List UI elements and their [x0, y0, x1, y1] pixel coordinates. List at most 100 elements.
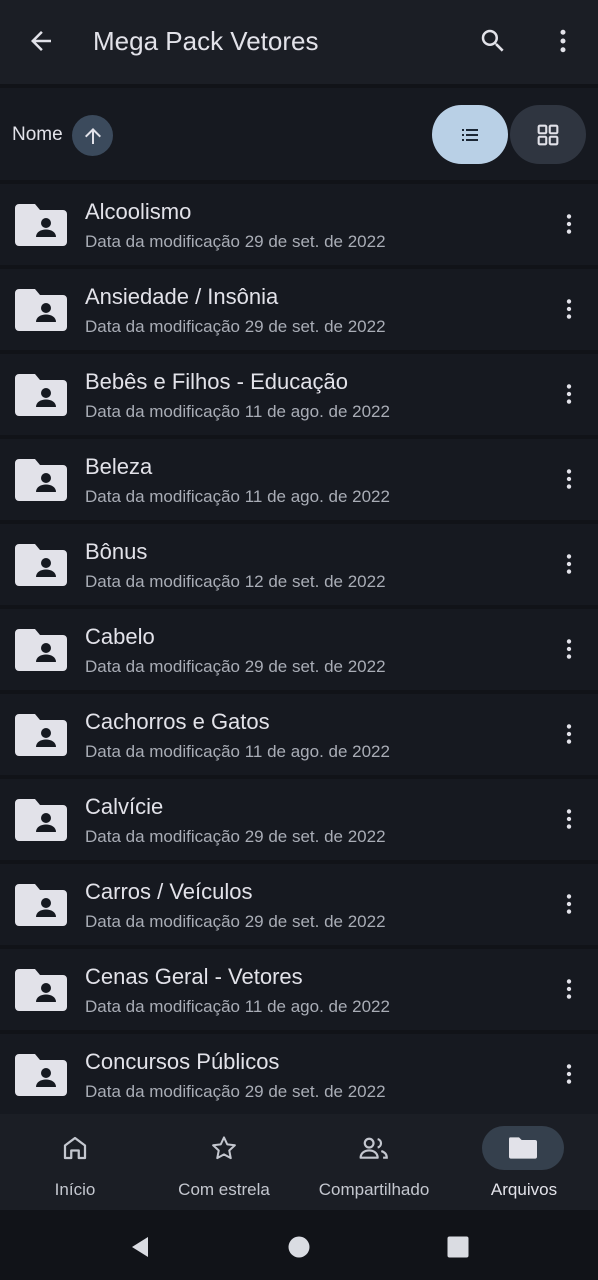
file-modified-date: Data da modificação 12 de set. de 2022 — [85, 572, 386, 591]
list-item[interactable]: Ansiedade / Insônia Data da modificação … — [0, 269, 598, 350]
item-more-button[interactable] — [556, 547, 582, 581]
system-navigation-bar — [0, 1210, 598, 1280]
shared-folder-icon — [15, 459, 67, 501]
nav-files-icon-wrap — [482, 1126, 564, 1170]
shared-folder-icon — [15, 204, 67, 246]
more-vert-icon — [566, 214, 572, 234]
shared-people-icon — [359, 1137, 388, 1159]
shared-folder-icon — [15, 1054, 67, 1096]
bottom-navigation: Início Com estrela Compartilhado Arquivo… — [0, 1114, 598, 1210]
shared-folder-icon — [15, 544, 67, 586]
nav-shared[interactable]: Compartilhado — [300, 1114, 450, 1210]
more-vert-icon — [566, 639, 572, 659]
system-home-button[interactable] — [284, 1232, 314, 1262]
shared-folder-icon — [15, 799, 67, 841]
system-recents-button[interactable] — [443, 1232, 473, 1262]
more-vert-icon — [560, 29, 566, 53]
folder-icon — [509, 1137, 537, 1159]
file-modified-date: Data da modificação 11 de ago. de 2022 — [85, 997, 390, 1016]
item-more-button[interactable] — [556, 802, 582, 836]
shared-folder-icon — [15, 374, 67, 416]
list-item[interactable]: Cachorros e Gatos Data da modificação 11… — [0, 694, 598, 775]
item-more-button[interactable] — [556, 207, 582, 241]
grid-view-icon — [537, 124, 559, 145]
more-vert-icon — [566, 469, 572, 489]
file-name: Cabelo — [85, 624, 155, 649]
arrow-up-icon — [84, 127, 101, 144]
more-vert-icon — [566, 1064, 572, 1084]
file-name: Calvície — [85, 794, 164, 819]
shared-folder-icon — [15, 714, 67, 756]
item-more-button[interactable] — [556, 717, 582, 751]
list-item[interactable]: Alcoolismo Data da modificação 29 de set… — [0, 184, 598, 265]
file-name: Carros / Veículos — [85, 879, 253, 904]
nav-shared-icon-wrap — [333, 1126, 415, 1170]
file-name: Cachorros e Gatos — [85, 709, 270, 734]
file-modified-date: Data da modificação 29 de set. de 2022 — [85, 232, 386, 251]
list-item[interactable]: Cenas Geral - Vetores Data da modificaçã… — [0, 949, 598, 1030]
nav-starred[interactable]: Com estrela — [150, 1114, 300, 1210]
more-vert-icon — [566, 894, 572, 914]
list-item[interactable]: Bônus Data da modificação 12 de set. de … — [0, 524, 598, 605]
square-recents-icon — [447, 1236, 469, 1258]
item-more-button[interactable] — [556, 972, 582, 1006]
circle-home-icon — [288, 1236, 310, 1258]
nav-files-label: Arquivos — [490, 1180, 558, 1199]
item-more-button[interactable] — [556, 1057, 582, 1091]
file-name: Alcoolismo — [85, 199, 192, 224]
shared-folder-icon — [15, 969, 67, 1011]
top-app-bar: Mega Pack Vetores — [0, 0, 598, 84]
item-more-button[interactable] — [556, 887, 582, 921]
file-name: Beleza — [85, 454, 153, 479]
file-name: Bebês e Filhos - Educação — [85, 369, 348, 394]
nav-home[interactable]: Início — [0, 1114, 150, 1210]
arrow-left-icon — [31, 31, 51, 51]
file-modified-date: Data da modificação 11 de ago. de 2022 — [85, 742, 390, 761]
nav-home-label: Início — [54, 1180, 96, 1199]
system-back-button[interactable] — [125, 1232, 155, 1262]
search-icon — [481, 29, 504, 52]
page-title: Mega Pack Vetores — [93, 26, 319, 56]
nav-shared-label: Compartilhado — [318, 1180, 430, 1199]
shared-folder-icon — [15, 629, 67, 671]
nav-files[interactable]: Arquivos — [450, 1114, 598, 1210]
item-more-button[interactable] — [556, 292, 582, 326]
shared-folder-icon — [15, 884, 67, 926]
list-item[interactable]: Calvície Data da modificação 29 de set. … — [0, 779, 598, 860]
list-item[interactable]: Beleza Data da modificação 11 de ago. de… — [0, 439, 598, 520]
star-icon — [212, 1136, 236, 1160]
file-modified-date: Data da modificação 11 de ago. de 2022 — [85, 487, 390, 506]
item-more-button[interactable] — [556, 462, 582, 496]
more-vert-icon — [566, 724, 572, 744]
item-more-button[interactable] — [556, 632, 582, 666]
list-view-icon — [462, 128, 478, 141]
more-vert-icon — [566, 299, 572, 319]
nav-starred-icon-wrap — [183, 1126, 265, 1170]
triangle-back-icon — [132, 1237, 148, 1257]
more-vert-icon — [566, 384, 572, 404]
file-modified-date: Data da modificação 29 de set. de 2022 — [85, 317, 386, 336]
file-name: Ansiedade / Insônia — [85, 284, 279, 309]
more-options-button[interactable] — [548, 24, 578, 58]
home-icon — [63, 1136, 87, 1160]
back-button[interactable] — [24, 24, 58, 58]
file-name: Bônus — [85, 539, 148, 564]
file-modified-date: Data da modificação 29 de set. de 2022 — [85, 1082, 386, 1101]
file-modified-date: Data da modificação 29 de set. de 2022 — [85, 827, 386, 846]
file-modified-date: Data da modificação 29 de set. de 2022 — [85, 912, 386, 931]
shared-folder-icon — [15, 289, 67, 331]
item-more-button[interactable] — [556, 377, 582, 411]
more-vert-icon — [566, 809, 572, 829]
nav-home-icon-wrap — [34, 1126, 116, 1170]
list-item[interactable]: Carros / Veículos Data da modificação 29… — [0, 864, 598, 945]
list-item[interactable]: Concursos Públicos Data da modificação 2… — [0, 1034, 598, 1115]
grid-view-button[interactable] — [510, 105, 586, 164]
sort-label[interactable]: Nome — [12, 122, 63, 148]
file-modified-date: Data da modificação 11 de ago. de 2022 — [85, 402, 390, 421]
list-item[interactable]: Bebês e Filhos - Educação Data da modifi… — [0, 354, 598, 435]
list-item[interactable]: Cabelo Data da modificação 29 de set. de… — [0, 609, 598, 690]
list-view-button[interactable] — [432, 105, 508, 164]
more-vert-icon — [566, 554, 572, 574]
search-button[interactable] — [476, 24, 510, 58]
sort-direction-button[interactable] — [72, 115, 113, 156]
